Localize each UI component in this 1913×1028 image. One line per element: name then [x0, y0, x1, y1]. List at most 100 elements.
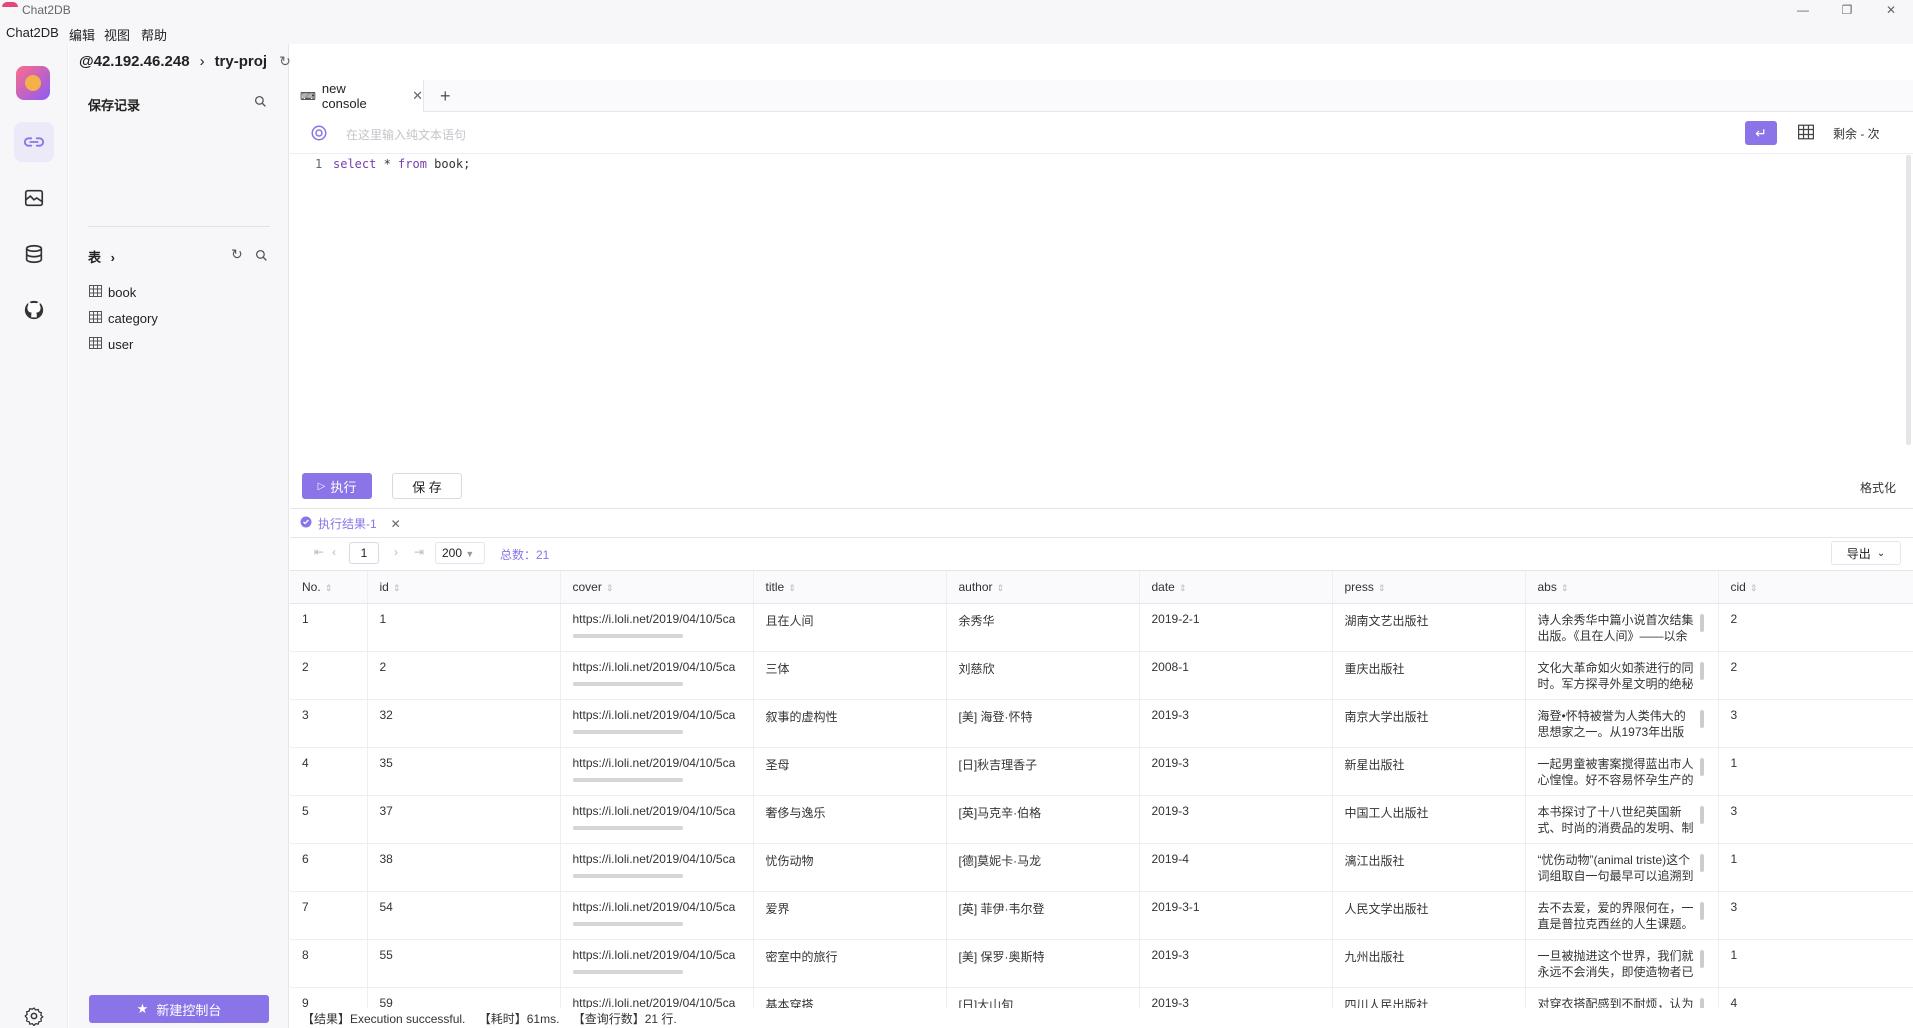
cell-abs[interactable]: 诗人余秀华中篇小说首次结集出版。《且在人间》——以余: [1525, 603, 1719, 652]
cell-cover[interactable]: https://i.loli.net/2019/04/10/5ca: [560, 891, 754, 940]
column-header-date[interactable]: date ⇕: [1139, 571, 1333, 604]
export-button[interactable]: 导出 ⌄: [1831, 541, 1901, 565]
sort-icon[interactable]: ⇕: [1561, 583, 1569, 593]
cell-cid[interactable]: 2: [1718, 651, 1913, 700]
github-icon[interactable]: [14, 290, 54, 330]
settings-gear-icon[interactable]: [14, 996, 54, 1028]
table-row[interactable]: 6 38 https://i.loli.net/2019/04/10/5ca 忧伤动物…: [290, 843, 1913, 892]
sort-icon[interactable]: ⇕: [1750, 583, 1758, 593]
cell-date[interactable]: 2019-3: [1139, 987, 1333, 1008]
ai-prompt-input[interactable]: 在这里输入纯文本语句: [346, 126, 466, 143]
new-console-button[interactable]: ★ 新建控制台: [89, 995, 269, 1023]
cell-scrollbar[interactable]: [572, 969, 683, 974]
send-enter-button[interactable]: ↵: [1745, 121, 1777, 145]
prev-page-icon[interactable]: ‹: [332, 545, 336, 559]
table-row[interactable]: 2 2 https://i.loli.net/2019/04/10/5ca 三体 刘慈欣…: [290, 651, 1913, 700]
cell-scrollbar[interactable]: [572, 921, 683, 926]
cell-abs[interactable]: 去不去爱，爱的界限何在，一直是普拉克西丝的人生课题。: [1525, 891, 1719, 940]
cell-date[interactable]: 2008-1: [1139, 651, 1333, 700]
page-number-input[interactable]: 1: [349, 542, 379, 564]
run-button[interactable]: ▷ 执行: [302, 473, 372, 499]
table-row[interactable]: 1 1 https://i.loli.net/2019/04/10/5ca 且在人间 余…: [290, 603, 1913, 652]
refresh-icon[interactable]: ↻: [279, 53, 291, 70]
cell-cid[interactable]: 1: [1718, 747, 1913, 796]
sort-icon[interactable]: ⇕: [606, 583, 614, 593]
sort-icon[interactable]: ⇕: [1378, 583, 1386, 593]
cell-abs[interactable]: 一起男童被害案搅得蓝出市人心惶惶。好不容易怀孕生产的: [1525, 747, 1719, 796]
sort-icon[interactable]: ⇕: [788, 583, 796, 593]
cell-press[interactable]: 新星出版社: [1332, 747, 1526, 796]
add-tab-icon[interactable]: +: [440, 86, 451, 107]
column-header-cover[interactable]: cover ⇕: [560, 571, 754, 604]
table-item-user[interactable]: user: [89, 334, 133, 354]
cell-no[interactable]: 4: [290, 747, 368, 796]
cell-press[interactable]: 南京大学出版社: [1332, 699, 1526, 748]
cell-abs[interactable]: “忧伤动物”(animal triste)这个词组取自一句最早可以追溯到: [1525, 843, 1719, 892]
connections-icon[interactable]: [14, 122, 54, 162]
cell-press[interactable]: 中国工人出版社: [1332, 795, 1526, 844]
cell-date[interactable]: 2019-3: [1139, 795, 1333, 844]
cell-abs[interactable]: 一旦被抛进这个世界，我们就永远不会消失，即使造物者已: [1525, 939, 1719, 988]
cell-date[interactable]: 2019-4: [1139, 843, 1333, 892]
table-row[interactable]: 3 32 https://i.loli.net/2019/04/10/5ca 叙事的虚…: [290, 699, 1913, 748]
cell-abs[interactable]: 海登•怀特被誉为人类伟大的思想家之一。从1973年出版具有: [1525, 699, 1719, 748]
cell-id[interactable]: 35: [367, 747, 561, 796]
cell-abs[interactable]: 对穿衣搭配感到不耐烦，认为: [1525, 987, 1719, 1008]
column-header-author[interactable]: author ⇕: [946, 571, 1140, 604]
column-header-no[interactable]: No. ⇕: [290, 571, 368, 604]
cell-press[interactable]: 九州出版社: [1332, 939, 1526, 988]
cell-cover[interactable]: https://i.loli.net/2019/04/10/5ca: [560, 603, 754, 652]
cell-abs[interactable]: 文化大革命如火如荼进行的同时。军方探寻外星文明的绝秘: [1525, 651, 1719, 700]
cell-id[interactable]: 37: [367, 795, 561, 844]
cell-id[interactable]: 55: [367, 939, 561, 988]
cell-author[interactable]: [美] 海登·怀特: [946, 699, 1140, 748]
cell-author[interactable]: [日]秋吉理香子: [946, 747, 1140, 796]
cell-title[interactable]: 圣母: [753, 747, 947, 796]
tables-section-title[interactable]: 表 ›: [88, 247, 115, 266]
sql-editor[interactable]: 1 select * from book;: [290, 155, 1910, 455]
column-header-abs[interactable]: abs ⇕: [1525, 571, 1719, 604]
search-icon[interactable]: [254, 95, 267, 111]
cell-abs[interactable]: 本书探讨了十八世纪英国新式、时尚的消费品的发明、制: [1525, 795, 1719, 844]
cell-no[interactable]: 6: [290, 843, 368, 892]
cell-cover[interactable]: https://i.loli.net/2019/04/10/5ca: [560, 939, 754, 988]
cell-cover[interactable]: https://i.loli.net/2019/04/10/5ca: [560, 843, 754, 892]
column-header-id[interactable]: id ⇕: [367, 571, 561, 604]
minimize-icon[interactable]: —: [1781, 0, 1825, 22]
cell-cover[interactable]: https://i.loli.net/2019/04/10/5ca: [560, 699, 754, 748]
close-icon[interactable]: ✕: [412, 88, 423, 104]
cell-cid[interactable]: 1: [1718, 843, 1913, 892]
table-view-icon[interactable]: [1798, 124, 1814, 143]
cell-author[interactable]: [英] 菲伊·韦尔登: [946, 891, 1140, 940]
cell-id[interactable]: 32: [367, 699, 561, 748]
cell-cover[interactable]: https://i.loli.net/2019/04/10/5ca: [560, 747, 754, 796]
sort-icon[interactable]: ⇕: [1179, 583, 1187, 593]
cell-author[interactable]: 刘慈欣: [946, 651, 1140, 700]
cell-no[interactable]: 8: [290, 939, 368, 988]
page-size-select[interactable]: 200 ▼: [435, 542, 485, 564]
table-item-category[interactable]: category: [89, 308, 158, 328]
tab-new-console[interactable]: ⌨ new console ✕: [290, 80, 424, 112]
cell-no[interactable]: 2: [290, 651, 368, 700]
cell-title[interactable]: 密室中的旅行: [753, 939, 947, 988]
cell-no[interactable]: 5: [290, 795, 368, 844]
table-row[interactable]: 5 37 https://i.loli.net/2019/04/10/5ca 奢侈与逸…: [290, 795, 1913, 844]
cell-date[interactable]: 2019-3: [1139, 747, 1333, 796]
cell-cid[interactable]: 4: [1718, 987, 1913, 1008]
editor-scrollbar[interactable]: [1906, 155, 1911, 445]
cell-no[interactable]: 9: [290, 987, 368, 1008]
table-row[interactable]: 4 35 https://i.loli.net/2019/04/10/5ca 圣母 [日…: [290, 747, 1913, 796]
cell-id[interactable]: 2: [367, 651, 561, 700]
cell-cover[interactable]: https://i.loli.net/2019/04/10/5ca: [560, 651, 754, 700]
cell-author[interactable]: [英]马克辛·伯格: [946, 795, 1140, 844]
cell-id[interactable]: 38: [367, 843, 561, 892]
menu-view[interactable]: 视图: [104, 25, 130, 44]
cell-scrollbar[interactable]: [572, 681, 683, 686]
connection-host[interactable]: @42.192.46.248: [79, 53, 190, 70]
cell-press[interactable]: 漓江出版社: [1332, 843, 1526, 892]
cell-cover[interactable]: https://i.loli.net/2019/04/10/5ca: [560, 987, 754, 1008]
cell-press[interactable]: 人民文学出版社: [1332, 891, 1526, 940]
cell-scrollbar[interactable]: [572, 825, 683, 830]
cell-title[interactable]: 忧伤动物: [753, 843, 947, 892]
cell-cid[interactable]: 3: [1718, 891, 1913, 940]
